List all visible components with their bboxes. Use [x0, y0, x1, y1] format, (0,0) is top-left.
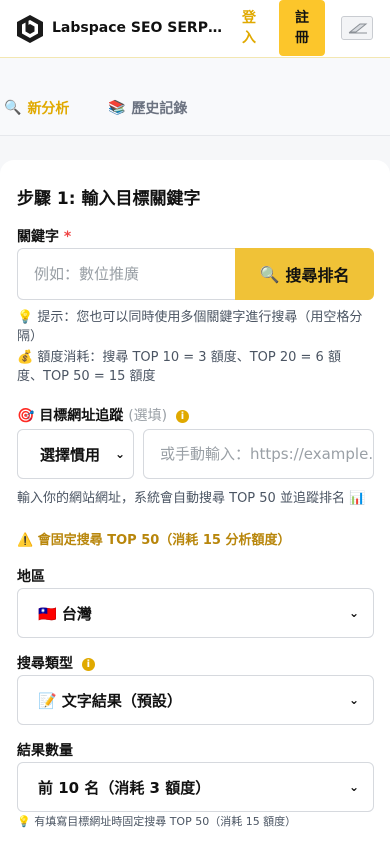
- region-select-value: 🇹🇼 台灣: [38, 604, 92, 623]
- app-header: Labspace SEO SERP ... 登 入 註 冊: [0, 0, 390, 58]
- register-button[interactable]: 註 冊: [279, 0, 325, 56]
- result-count-label: 結果數量: [17, 743, 73, 759]
- result-count-select-value: 前 10 名（消耗 3 額度）: [38, 778, 211, 797]
- tab-new-analysis[interactable]: 🔍 新分析: [4, 98, 69, 118]
- target-url-label-text: 目標網址追蹤: [39, 408, 124, 424]
- preset-url-select[interactable]: 選擇慣用 ⌄: [17, 429, 134, 479]
- target-icon: 🎯: [17, 408, 35, 424]
- required-mark: *: [63, 229, 72, 245]
- search-button-label: 搜尋排名: [285, 266, 350, 285]
- info-icon[interactable]: i: [176, 410, 189, 423]
- target-hint: 輸入你的網站網址，系統會自動搜尋 TOP 50 並追蹤排名 📊: [17, 491, 366, 506]
- labspace-logo-icon: [17, 15, 43, 43]
- chevron-down-icon: ⌄: [348, 693, 359, 707]
- cost-hint: 💰 額度消耗：搜尋 TOP 10 = 3 額度、TOP 20 = 6 額度、TO…: [17, 350, 341, 384]
- login-button[interactable]: 登 入: [235, 4, 263, 52]
- search-type-label: 搜尋類型 i: [17, 653, 95, 673]
- register-button-label: 註 冊: [295, 10, 309, 46]
- search-ranking-button[interactable]: 🔍 搜尋排名: [235, 248, 374, 300]
- target-warning: ⚠️ 會固定搜尋 TOP 50（消耗 15 分析額度）: [17, 533, 291, 548]
- magnifier-icon: 🔍: [4, 100, 22, 116]
- eraser-icon: [348, 23, 368, 34]
- search-type-select[interactable]: 📝 文字結果（預設） ⌄: [17, 675, 374, 725]
- region-select[interactable]: 🇹🇼 台灣 ⌄: [17, 588, 374, 638]
- app-title: Labspace SEO SERP ...: [52, 20, 222, 36]
- chevron-down-icon: ⌄: [348, 780, 359, 794]
- result-count-select[interactable]: 前 10 名（消耗 3 額度） ⌄: [17, 762, 374, 812]
- info-icon[interactable]: i: [81, 658, 95, 671]
- tab-history[interactable]: 📚 歷史記錄: [108, 98, 187, 118]
- keyword-label-text: 關鍵字: [17, 229, 59, 245]
- tip-hint: 💡 提示：您也可以同時使用多個關鍵字進行搜尋（用空格分隔）: [17, 310, 363, 344]
- books-icon: 📚: [108, 100, 126, 116]
- tab-history-label: 歷史記錄: [131, 101, 188, 117]
- target-url-input[interactable]: [143, 429, 374, 479]
- search-type-select-value: 📝 文字結果（預設）: [38, 691, 182, 710]
- tab-bar: 🔍 新分析 📚 歷史記錄: [0, 58, 390, 136]
- search-type-label-text: 搜尋類型: [17, 656, 73, 672]
- keyword-input[interactable]: [17, 248, 235, 300]
- clear-button[interactable]: [341, 16, 373, 40]
- target-url-label: 🎯 目標網址追蹤 (選填) i: [17, 405, 189, 425]
- chevron-down-icon: ⌄: [348, 606, 359, 620]
- tab-new-analysis-label: 新分析: [27, 101, 70, 117]
- login-button-label: 登 入: [242, 10, 256, 46]
- keyword-label: 關鍵字 *: [17, 226, 71, 246]
- chevron-down-icon: ⌄: [114, 447, 125, 461]
- preset-url-select-value: 選擇慣用: [40, 445, 101, 464]
- bottom-hint: 💡 有填寫目標網址時固定搜尋 TOP 50（消耗 15 額度）: [17, 815, 297, 828]
- search-icon: 🔍: [259, 264, 280, 284]
- optional-tag: (選填): [128, 408, 168, 424]
- region-label: 地區: [17, 569, 45, 585]
- step-title: 步驟 1: 輸入目標關鍵字: [17, 189, 201, 209]
